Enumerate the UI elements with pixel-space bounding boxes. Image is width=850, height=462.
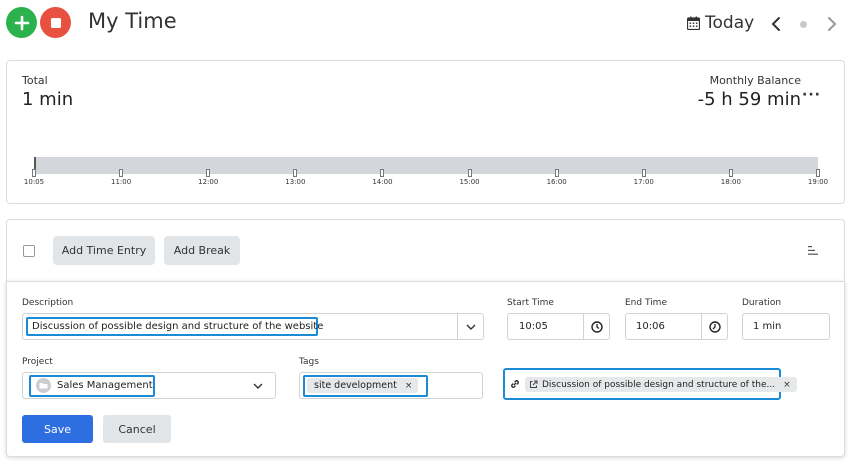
current-date-dot[interactable] <box>800 21 807 28</box>
timeline-tick-mark <box>206 169 211 177</box>
start-time-value: 10:05 <box>519 321 548 332</box>
end-time-picker[interactable] <box>701 314 727 339</box>
timeline-tick: 18:00 <box>711 169 751 186</box>
timeline-tick-label: 16:00 <box>546 178 567 186</box>
description-field[interactable]: Discussion of possible design and struct… <box>22 313 484 340</box>
today-button[interactable]: Today <box>687 13 754 33</box>
chevron-down-icon <box>253 383 263 389</box>
external-link-icon <box>530 380 538 388</box>
duration-value: 1 min <box>753 321 782 332</box>
calendar-icon <box>687 16 700 30</box>
start-time-picker[interactable] <box>583 314 609 339</box>
project-value: Sales Management <box>57 380 153 391</box>
clock-icon <box>708 320 721 333</box>
top-bar: My Time Today <box>0 0 850 50</box>
tag-remove-icon[interactable]: × <box>405 381 413 391</box>
timeline-tick: 13:00 <box>275 169 315 186</box>
total-value: 1 min <box>22 89 74 110</box>
clock-icon <box>590 320 603 333</box>
timeline-tick: 16:00 <box>537 169 577 186</box>
chevron-right-icon[interactable] <box>826 15 838 33</box>
start-timer-button[interactable] <box>6 7 37 38</box>
duration-label: Duration <box>742 298 782 308</box>
save-button[interactable]: Save <box>22 415 93 443</box>
stop-icon <box>50 17 61 28</box>
chevron-down-icon <box>466 324 475 330</box>
timeline-tick: 17:00 <box>624 169 664 186</box>
more-options-icon[interactable]: ··· <box>802 87 821 103</box>
timeline-tick-mark <box>293 169 298 177</box>
link-chip-label: Discussion of possible design and struct… <box>542 379 776 390</box>
timeline-tick: 14:00 <box>362 169 402 186</box>
project-label: Project <box>22 357 53 367</box>
folder-icon <box>36 378 51 393</box>
description-label: Description <box>22 298 74 308</box>
add-time-entry-button[interactable]: Add Time Entry <box>53 236 155 265</box>
timeline-tick-mark <box>119 169 124 177</box>
page-title: My Time <box>88 9 177 33</box>
link-field[interactable]: Discussion of possible design and struct… <box>503 368 797 400</box>
timeline-tick-mark <box>728 169 733 177</box>
timeline-tick-label: 15:00 <box>459 178 480 186</box>
timeline-tick-label: 18:00 <box>720 178 741 186</box>
timeline-bar <box>34 157 818 174</box>
time-entry-form: Description Discussion of possible desig… <box>6 281 845 457</box>
tags-label: Tags <box>299 357 319 367</box>
total-label: Total <box>22 74 48 87</box>
duration-field[interactable]: 1 min <box>742 313 830 340</box>
timeline-tick-label: 14:00 <box>372 178 393 186</box>
stop-timer-button[interactable] <box>40 7 71 38</box>
timeline-tick-label: 19:00 <box>807 178 829 186</box>
start-time-label: Start Time <box>507 298 554 308</box>
timeline-tick-label: 12:00 <box>198 178 219 186</box>
description-dropdown-button[interactable] <box>457 314 483 339</box>
link-icon <box>511 380 519 388</box>
timeline-tick-label: 10:05 <box>23 178 45 186</box>
cancel-button[interactable]: Cancel <box>103 415 171 443</box>
start-time-field[interactable]: 10:05 <box>507 313 610 340</box>
sort-icon[interactable] <box>808 246 819 255</box>
timeline-tick: 11:00 <box>101 169 141 186</box>
link-remove-icon[interactable]: × <box>783 380 791 390</box>
end-time-field[interactable]: 10:06 <box>625 313 728 340</box>
entries-toolbar: Add Time Entry Add Break <box>6 219 845 281</box>
timeline-tick-mark <box>641 169 646 177</box>
timeline-tick-mark <box>32 169 36 177</box>
monthly-balance-value: -5 h 59 min <box>697 89 801 110</box>
timeline-tick-mark <box>554 169 559 177</box>
plus-icon <box>14 15 29 30</box>
timeline-tick-mark <box>380 169 385 177</box>
timeline-tick-label: 11:00 <box>111 178 132 186</box>
timeline-tick-mark <box>467 169 472 177</box>
summary-card: Total 1 min Monthly Balance -5 h 59 min … <box>6 60 845 204</box>
select-all-checkbox[interactable] <box>23 245 35 257</box>
timeline-tick: 15:00 <box>450 169 490 186</box>
description-value: Discussion of possible design and struct… <box>32 321 324 332</box>
timeline-tick: 19:00 <box>798 169 838 186</box>
tags-field[interactable]: site development × <box>299 372 483 399</box>
timeline-tick-label: 13:00 <box>285 178 306 186</box>
tag-chip: site development × <box>307 378 419 393</box>
timeline-tick-label: 17:00 <box>633 178 654 186</box>
tag-chip-label: site development <box>314 380 397 391</box>
monthly-balance-label: Monthly Balance <box>709 74 801 87</box>
end-time-value: 10:06 <box>636 321 665 332</box>
timeline-tick-mark <box>816 169 820 177</box>
today-label: Today <box>705 13 755 33</box>
end-time-label: End Time <box>625 298 667 308</box>
timeline-tick: 12:00 <box>188 169 228 186</box>
chevron-left-icon[interactable] <box>770 15 782 33</box>
timeline-tick: 10:05 <box>14 169 54 186</box>
link-chip[interactable]: Discussion of possible design and struct… <box>525 377 797 392</box>
project-select[interactable]: Sales Management <box>22 372 276 399</box>
add-break-button[interactable]: Add Break <box>164 236 240 265</box>
